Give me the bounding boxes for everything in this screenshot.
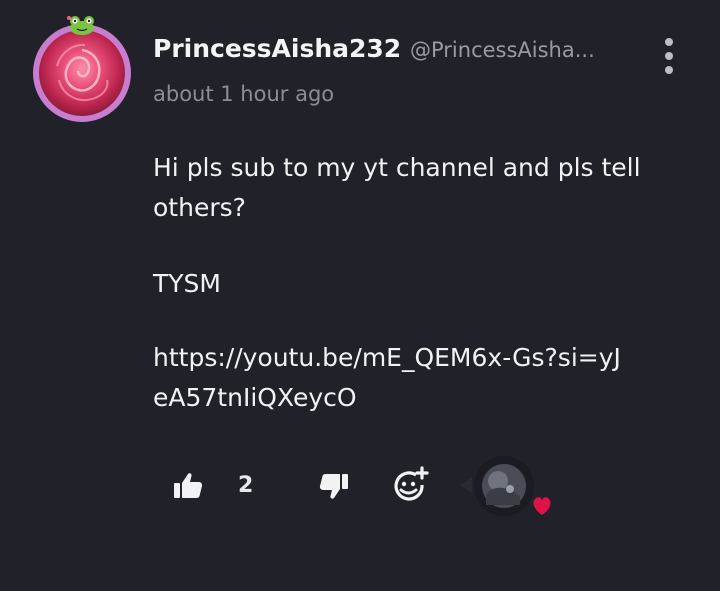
add-reaction-button[interactable] <box>392 466 430 504</box>
comment-text: TYSM <box>153 269 221 298</box>
more-vertical-icon <box>665 38 673 46</box>
username[interactable]: PrincessAisha232 <box>153 34 401 63</box>
dislike-button[interactable] <box>316 470 352 502</box>
like-count: 2 <box>238 473 254 498</box>
more-dot <box>665 52 673 60</box>
avatar-image <box>39 30 125 116</box>
heart-icon <box>533 497 551 515</box>
comment-text: Hi pls sub to my yt channel and pls tell… <box>153 153 641 222</box>
creator-heart-badge <box>458 455 558 523</box>
timestamp: about 1 hour ago <box>153 82 335 106</box>
avatar[interactable] <box>33 16 131 122</box>
comment-link[interactable]: https://youtu.be/mE_QEM6x-Gs?si=yJeA57tn… <box>153 338 623 418</box>
user-handle[interactable]: @PrincessAisha... <box>410 38 595 62</box>
add-reaction-icon <box>394 466 429 501</box>
frog-badge-icon <box>67 14 97 36</box>
like-button[interactable] <box>170 470 206 502</box>
more-options-button[interactable] <box>656 36 682 76</box>
comment-card: PrincessAisha232 @PrincessAisha... about… <box>0 0 720 591</box>
more-dot <box>665 66 673 74</box>
thumbs-up-icon <box>174 473 203 498</box>
thumbs-down-icon <box>319 474 348 499</box>
